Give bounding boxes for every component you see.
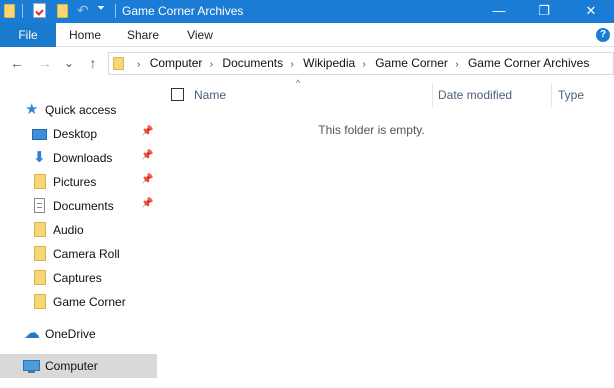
breadcrumb-game-corner-archives[interactable]: Game Corner Archives [468, 56, 589, 70]
pin-icon: 📌 [141, 126, 154, 137]
tab-share[interactable]: Share [117, 23, 169, 47]
chevron-right-icon[interactable]: › [455, 54, 458, 75]
sidebar-item-audio[interactable]: Audio [0, 218, 157, 242]
sidebar-item-pictures[interactable]: Pictures 📌 [0, 170, 157, 194]
sidebar-item-label: Downloads [53, 151, 113, 165]
recent-locations-button[interactable]: ⌄ [62, 55, 76, 71]
ribbon-tabs: File Home Share View ? [0, 23, 614, 47]
breadcrumb-game-corner[interactable]: Game Corner [375, 56, 448, 70]
document-icon [34, 198, 45, 213]
customize-toolbar-icon[interactable]: ⏷ [97, 3, 105, 14]
folder-icon [34, 270, 46, 285]
breadcrumb-computer[interactable]: Computer [150, 56, 203, 70]
sort-caret-icon: ^ [296, 78, 301, 88]
select-all-checkbox[interactable] [171, 88, 184, 101]
chevron-right-icon[interactable]: › [363, 54, 366, 75]
column-header-row: ^ Name Date modified Type [157, 78, 614, 110]
cloud-icon: ☁ [24, 325, 40, 342]
sidebar-item-desktop[interactable]: Desktop 📌 [0, 122, 157, 146]
sidebar-item-label: Pictures [53, 175, 97, 189]
minimize-button[interactable]: — [476, 0, 522, 23]
sidebar-item-label: Quick access [45, 103, 117, 117]
sidebar-item-game-corner[interactable]: Game Corner [0, 290, 157, 314]
back-button[interactable]: ← [8, 55, 26, 71]
tab-view[interactable]: View [176, 23, 224, 47]
address-bar[interactable]: › Computer › Documents › Wikipedia › Gam… [108, 52, 614, 75]
pin-icon: 📌 [141, 150, 154, 161]
sidebar-item-onedrive[interactable]: ☁ OneDrive [0, 322, 157, 346]
sidebar-item-label: Game Corner [53, 295, 126, 309]
computer-icon [23, 360, 40, 373]
sidebar-item-label: Documents [53, 199, 114, 213]
sidebar-item-documents[interactable]: Documents 📌 [0, 194, 157, 218]
breadcrumb-wikipedia[interactable]: Wikipedia [303, 56, 355, 70]
sidebar-item-label: Computer [45, 359, 98, 373]
chevron-right-icon[interactable]: › [137, 54, 140, 75]
forward-button[interactable]: → [36, 55, 54, 71]
star-icon: ★ [25, 101, 39, 118]
sidebar-item-captures[interactable]: Captures [0, 266, 157, 290]
folder-icon [34, 294, 46, 309]
tab-home[interactable]: Home [61, 23, 109, 47]
address-row: ← → ⌄ ↑ › Computer › Documents › Wikiped… [0, 47, 614, 80]
navigation-pane: ★ Quick access Desktop 📌 ⬇ Downloads 📌 P… [0, 80, 157, 388]
column-name[interactable]: Name [194, 88, 226, 102]
sidebar-item-quick-access[interactable]: ★ Quick access [0, 98, 157, 122]
folder-icon [113, 57, 124, 70]
window-title: Game Corner Archives [122, 4, 244, 18]
properties-icon[interactable] [33, 3, 46, 18]
toolbar-separator [115, 4, 116, 18]
tab-file[interactable]: File [0, 23, 56, 47]
desktop-icon [32, 129, 47, 140]
maximize-button[interactable]: ❐ [521, 0, 567, 23]
up-button[interactable]: ↑ [84, 55, 102, 71]
breadcrumb: › Computer › Documents › Wikipedia › Gam… [133, 53, 589, 74]
sidebar-item-camera-roll[interactable]: Camera Roll [0, 242, 157, 266]
empty-folder-message: This folder is empty. [318, 123, 425, 137]
help-button[interactable]: ? [596, 28, 610, 42]
sidebar-item-label: Audio [53, 223, 84, 237]
sidebar-item-label: OneDrive [45, 327, 96, 341]
chevron-right-icon[interactable]: › [290, 54, 293, 75]
sidebar-item-label: Captures [53, 271, 102, 285]
close-button[interactable]: ✕ [568, 0, 614, 23]
pin-icon: 📌 [141, 174, 154, 185]
chevron-right-icon[interactable]: › [210, 54, 213, 75]
folder-icon [4, 4, 15, 18]
sidebar-item-computer[interactable]: Computer [0, 354, 157, 378]
undo-icon[interactable]: ↶ [77, 2, 89, 19]
toolbar-separator [22, 4, 23, 18]
file-list[interactable]: ^ Name Date modified Type This folder is… [157, 78, 614, 388]
breadcrumb-documents[interactable]: Documents [222, 56, 283, 70]
sidebar-item-label: Camera Roll [53, 247, 120, 261]
column-divider[interactable] [551, 83, 552, 107]
folder-icon [34, 222, 46, 237]
column-type[interactable]: Type [558, 88, 584, 102]
column-divider[interactable] [432, 83, 433, 107]
pin-icon: 📌 [141, 198, 154, 209]
column-date-modified[interactable]: Date modified [438, 88, 512, 102]
folder-icon [34, 246, 46, 261]
download-icon: ⬇ [33, 149, 46, 166]
new-folder-icon[interactable] [57, 4, 68, 18]
sidebar-item-downloads[interactable]: ⬇ Downloads 📌 [0, 146, 157, 170]
folder-icon [34, 174, 46, 189]
sidebar-item-label: Desktop [53, 127, 98, 141]
title-bar: ↶ ⏷ Game Corner Archives — ❐ ✕ [0, 0, 614, 23]
